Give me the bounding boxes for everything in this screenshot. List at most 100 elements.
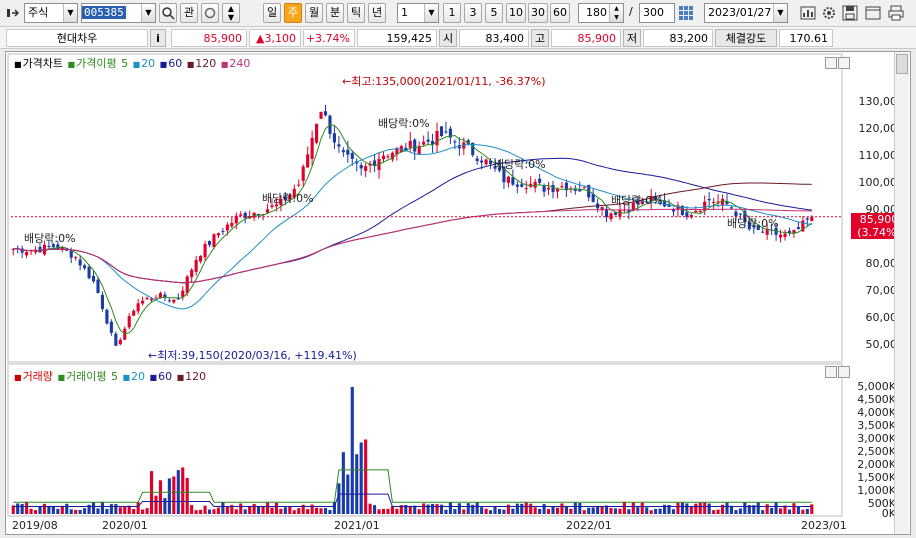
moving-average-line (13, 208, 812, 284)
period-month[interactable]: 월 (305, 3, 323, 23)
volume-bar (596, 506, 600, 514)
candle-body (511, 177, 515, 185)
price-panel-minimize[interactable] (825, 57, 837, 69)
candle-body (408, 140, 412, 148)
volume-bar (524, 501, 528, 514)
candle-body (555, 189, 560, 192)
candle-body (810, 216, 814, 222)
volume-bar (123, 506, 127, 514)
grid-icon[interactable] (678, 5, 694, 21)
gear-icon[interactable] (821, 5, 837, 21)
volume-panel-minimize[interactable] (825, 366, 837, 378)
date-select[interactable]: 2023/01/27 ▼ (704, 3, 788, 23)
volume-bar (292, 510, 296, 514)
x-axis-tick: 2019/08 (12, 519, 58, 532)
volume-bar (207, 509, 212, 514)
volume-bar (172, 476, 176, 514)
open-label: 시 (439, 29, 457, 47)
candle-body (542, 185, 546, 192)
print-icon[interactable] (888, 5, 904, 21)
legend-marker: ■ (159, 60, 168, 69)
volume-bar (395, 508, 399, 514)
low-annotation: ←최저:39,150(2020/03/16, +119.41%) (148, 349, 357, 362)
candle-body (69, 250, 73, 258)
volume-bar (373, 505, 377, 514)
volume-bar (212, 509, 216, 514)
stock-code-input[interactable]: 005385 ▼ (81, 3, 156, 23)
candle-body (297, 184, 301, 186)
scrollbar-thumb[interactable] (896, 54, 908, 74)
volume-bar (109, 504, 113, 514)
volume-bar (261, 506, 265, 514)
volume-bar (257, 506, 261, 514)
candle-body (319, 111, 323, 119)
volume-bar (422, 503, 426, 514)
period-year[interactable]: 년 (368, 3, 386, 23)
ma-period-20: 20 (141, 57, 156, 70)
volume-bar (631, 502, 635, 514)
interest-button[interactable]: 관 (180, 3, 198, 23)
candle-body (346, 149, 350, 155)
volume-bar (431, 503, 435, 514)
legend-marker-ma: ■ (67, 60, 76, 69)
volume-bar (444, 509, 448, 514)
search-icon (162, 7, 175, 20)
count-stepper[interactable]: 180 ▲ ▼ (578, 3, 624, 23)
volume-bar (337, 483, 341, 514)
search-button[interactable] (159, 3, 177, 23)
price-panel-close[interactable] (838, 57, 850, 69)
volume-bar (765, 504, 769, 514)
volume-bar (801, 509, 805, 514)
unit-3-button[interactable]: 3 (464, 3, 482, 23)
candle-body (582, 187, 586, 189)
volume-bar (163, 498, 167, 514)
period-minute[interactable]: 분 (326, 3, 344, 23)
volume-bar (33, 510, 38, 514)
volume-bar (493, 506, 497, 514)
candle-body (265, 209, 270, 213)
save-icon[interactable] (842, 5, 858, 21)
volume-bar (270, 507, 274, 514)
candle-body (484, 159, 488, 165)
candle-body (100, 294, 105, 309)
volume-bar (805, 508, 809, 514)
volume-legend: ■거래량 ■거래이평 5 ■20 ■60 ■120 (14, 370, 207, 384)
volume-bar (778, 508, 783, 514)
period-tick[interactable]: 틱 (347, 3, 365, 23)
market-select[interactable]: 주식 ▼ (24, 3, 78, 23)
unit-60-button[interactable]: 60 (550, 3, 570, 23)
info-button[interactable]: i (150, 29, 166, 47)
volume-bar (297, 508, 301, 514)
chart-settings-icon[interactable] (800, 5, 816, 21)
candle-body (25, 251, 29, 256)
period-day[interactable]: 일 (263, 3, 281, 23)
vertical-scrollbar[interactable] (894, 52, 909, 534)
max-count-input[interactable]: 300 (639, 3, 675, 23)
unit-1-button[interactable]: 1 (443, 3, 461, 23)
link-button[interactable] (201, 3, 219, 23)
period-week[interactable]: 주 (284, 3, 302, 23)
volume-y-tick: 3,000K (857, 432, 896, 445)
window-icon[interactable] (865, 5, 881, 21)
candle-body (453, 141, 457, 143)
volume-bar (645, 507, 649, 514)
volume-bar (69, 509, 73, 514)
volume-panel-close[interactable] (838, 366, 850, 378)
candle-body (230, 222, 234, 227)
volume-bar (734, 510, 738, 514)
volume-bar (355, 454, 359, 514)
up-down-button[interactable]: ▲ ▼ (222, 3, 240, 23)
volume-bar (573, 502, 577, 514)
candle-body (720, 198, 725, 206)
unit-select[interactable]: 1 ▼ (397, 3, 439, 23)
volume-bar (685, 503, 689, 514)
unit-5-button[interactable]: 5 (485, 3, 503, 23)
volume-bar (725, 502, 729, 514)
price-ma-label: 가격이평 (76, 57, 117, 70)
unit-10-button[interactable]: 10 (506, 3, 526, 23)
chart-type-icon[interactable] (6, 6, 20, 20)
unit-30-button[interactable]: 30 (528, 3, 548, 23)
volume-bar (114, 504, 118, 514)
volume-bar (600, 505, 604, 514)
candle-body (332, 133, 336, 143)
